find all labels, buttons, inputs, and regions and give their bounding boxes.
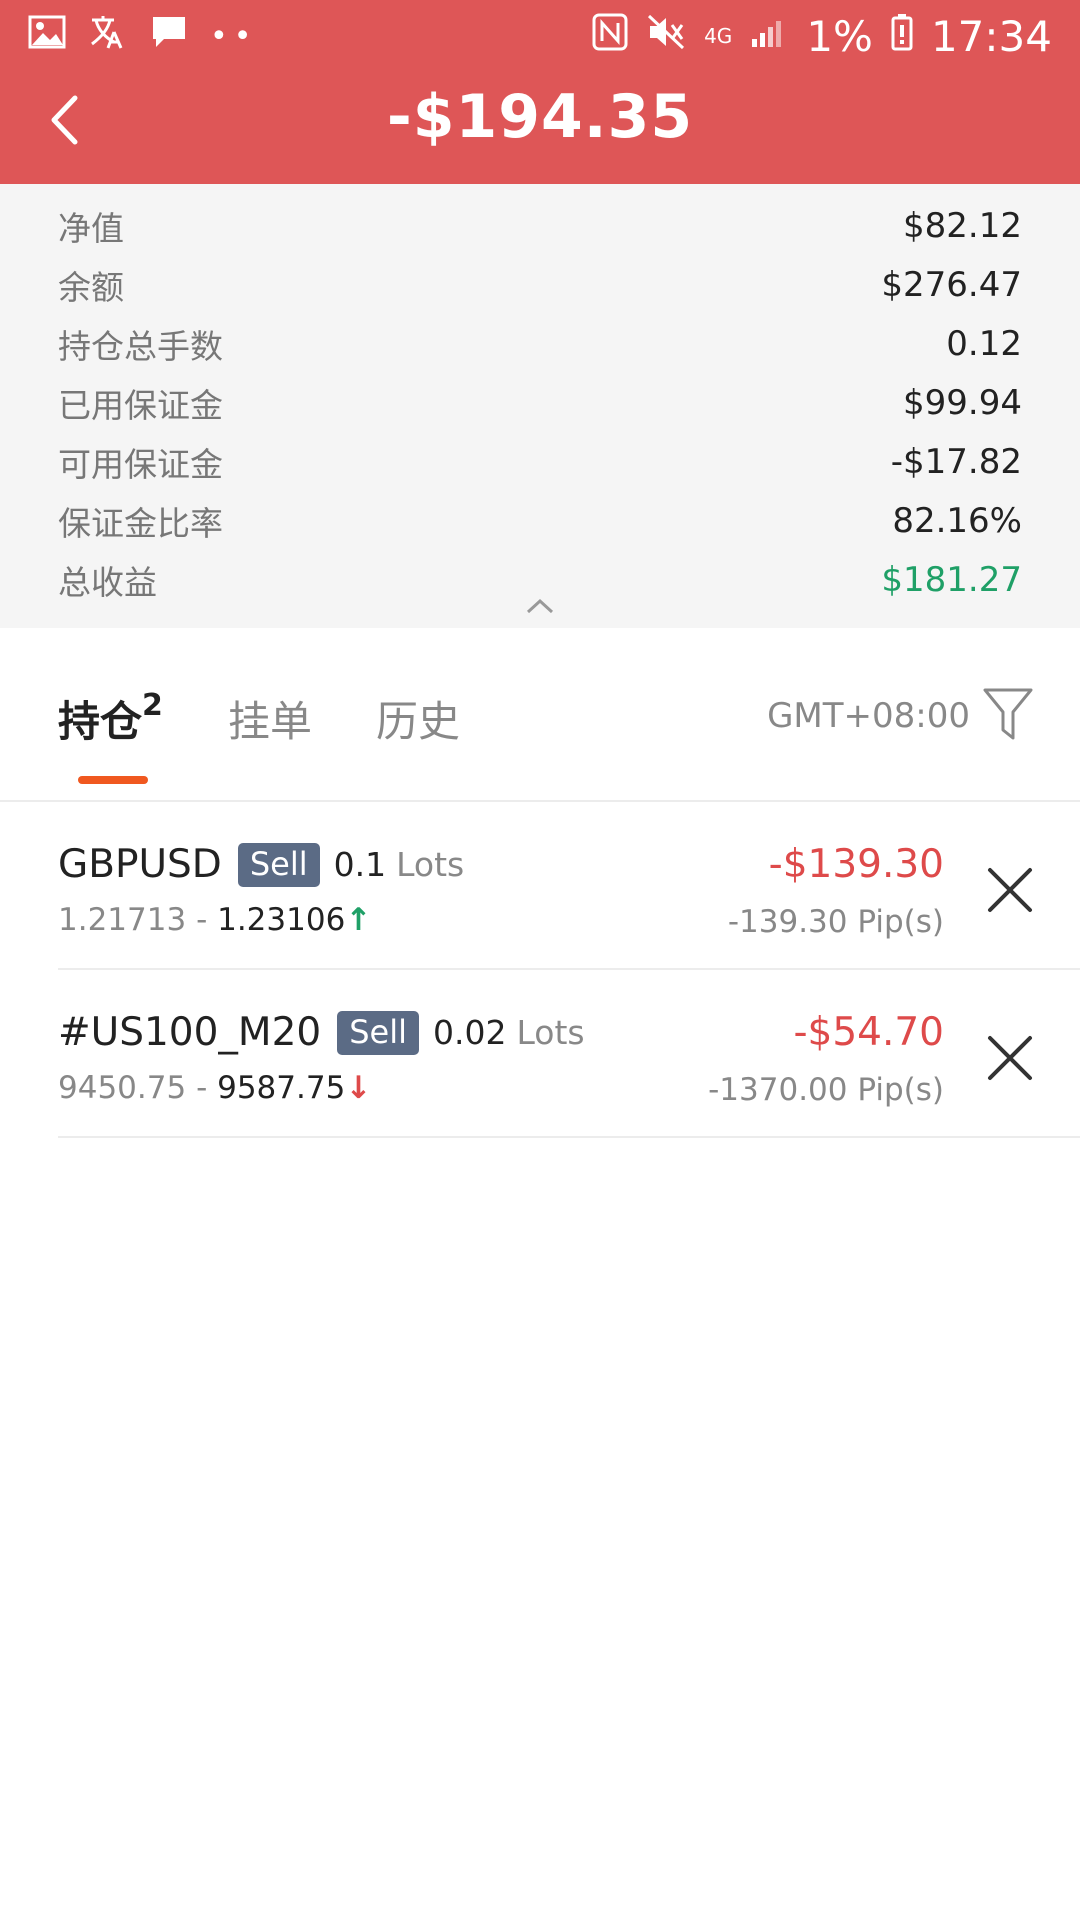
summary-row-total-lots: 持仓总手数 0.12 bbox=[58, 314, 1022, 373]
mute-icon bbox=[646, 13, 686, 60]
order-tabs: 持仓2 挂单 历史 GMT+08:00 bbox=[0, 628, 1080, 802]
summary-value: $82.12 bbox=[903, 205, 1022, 246]
position-symbol: GBPUSD bbox=[58, 842, 222, 887]
tab-history[interactable]: 历史 bbox=[376, 688, 460, 749]
position-pips: -1370.00 Pip(s) bbox=[708, 1072, 944, 1108]
close-position-button[interactable] bbox=[982, 862, 1038, 918]
side-badge: Sell bbox=[237, 842, 320, 887]
position-header: #US100_M20 Sell 0.02 Lots bbox=[58, 1010, 585, 1055]
position-header: GBPUSD Sell 0.1 Lots bbox=[58, 842, 464, 887]
summary-value: 0.12 bbox=[946, 323, 1022, 364]
tab-label: 挂单 bbox=[228, 697, 313, 746]
tab-pending-orders[interactable]: 挂单 bbox=[228, 688, 312, 749]
summary-value: -$17.82 bbox=[890, 441, 1022, 482]
summary-label: 净值 bbox=[58, 208, 124, 248]
filter-button[interactable] bbox=[980, 686, 1036, 742]
page-title: -$194.35 bbox=[386, 82, 694, 152]
message-icon bbox=[150, 14, 188, 59]
summary-value: $276.47 bbox=[881, 264, 1022, 305]
summary-label: 持仓总手数 bbox=[58, 326, 223, 366]
lots-label: Lots bbox=[516, 1013, 585, 1052]
arrow-down-icon: ↓ bbox=[345, 1070, 372, 1106]
position-lots: 0.02 bbox=[432, 1013, 507, 1052]
chevron-up-icon bbox=[526, 598, 554, 614]
position-row[interactable]: GBPUSD Sell 0.1 Lots 1.21713 - 1.23106↑ … bbox=[58, 804, 1080, 970]
position-profit: -$54.70 bbox=[793, 1010, 944, 1055]
position-prices: 9450.75 - 9587.75↓ bbox=[58, 1070, 371, 1106]
summary-label: 已用保证金 bbox=[58, 385, 223, 425]
close-icon bbox=[988, 1036, 1032, 1080]
summary-label: 保证金比率 bbox=[58, 503, 223, 543]
signal-icon bbox=[750, 14, 788, 58]
side-badge: Sell bbox=[337, 1010, 419, 1055]
nfc-icon bbox=[592, 13, 628, 60]
tab-count-badge: 2 bbox=[142, 688, 163, 723]
position-profit: -$139.30 bbox=[768, 842, 944, 887]
tab-positions[interactable]: 持仓2 bbox=[58, 688, 163, 749]
battery-percent: 1% bbox=[806, 11, 873, 61]
summary-row-equity: 净值 $82.12 bbox=[58, 196, 1022, 255]
arrow-up-icon: ↑ bbox=[345, 902, 372, 938]
price-separator: - bbox=[196, 902, 218, 938]
header-bar: •• 4G 1% 17:34 -$194.35 bbox=[0, 0, 1080, 184]
position-pips: -139.30 Pip(s) bbox=[727, 904, 944, 940]
more-dots-icon: •• bbox=[210, 18, 258, 54]
active-tab-indicator bbox=[78, 776, 148, 784]
open-price: 1.21713 bbox=[58, 902, 187, 938]
tab-label: 历史 bbox=[376, 697, 461, 746]
filter-icon bbox=[983, 688, 1033, 740]
summary-label: 余额 bbox=[58, 267, 124, 307]
position-symbol: #US100_M20 bbox=[58, 1010, 322, 1055]
summary-row-margin-ratio: 保证金比率 82.16% bbox=[58, 491, 1022, 550]
status-bar: •• 4G 1% 17:34 bbox=[0, 0, 1080, 72]
account-summary: 净值 $82.12 余额 $276.47 持仓总手数 0.12 已用保证金 $9… bbox=[0, 184, 1080, 628]
open-price: 9450.75 bbox=[58, 1070, 187, 1106]
position-prices: 1.21713 - 1.23106↑ bbox=[58, 902, 371, 938]
current-price: 9587.75 bbox=[217, 1070, 346, 1106]
tab-label: 持仓 bbox=[58, 697, 143, 746]
position-row[interactable]: #US100_M20 Sell 0.02 Lots 9450.75 - 9587… bbox=[58, 972, 1080, 1138]
current-price: 1.23106 bbox=[217, 902, 346, 938]
summary-row-free-margin: 可用保证金 -$17.82 bbox=[58, 432, 1022, 491]
summary-row-balance: 余额 $276.47 bbox=[58, 255, 1022, 314]
summary-value: $181.27 bbox=[881, 559, 1022, 600]
close-icon bbox=[988, 868, 1032, 912]
collapse-summary-button[interactable] bbox=[520, 592, 560, 620]
close-position-button[interactable] bbox=[982, 1030, 1038, 1086]
summary-row-used-margin: 已用保证金 $99.94 bbox=[58, 373, 1022, 432]
lots-label: Lots bbox=[396, 845, 465, 884]
translate-icon bbox=[88, 14, 128, 59]
clock: 17:34 bbox=[930, 11, 1052, 61]
position-lots: 0.1 bbox=[333, 845, 387, 884]
price-separator: - bbox=[196, 1070, 218, 1106]
network-label: 4G bbox=[704, 24, 733, 48]
timezone-label: GMT+08:00 bbox=[767, 696, 970, 736]
summary-label: 总收益 bbox=[58, 562, 157, 602]
summary-value: 82.16% bbox=[892, 500, 1022, 541]
summary-label: 可用保证金 bbox=[58, 444, 223, 484]
summary-value: $99.94 bbox=[903, 382, 1022, 423]
battery-icon bbox=[891, 13, 913, 60]
gallery-icon bbox=[28, 14, 66, 58]
